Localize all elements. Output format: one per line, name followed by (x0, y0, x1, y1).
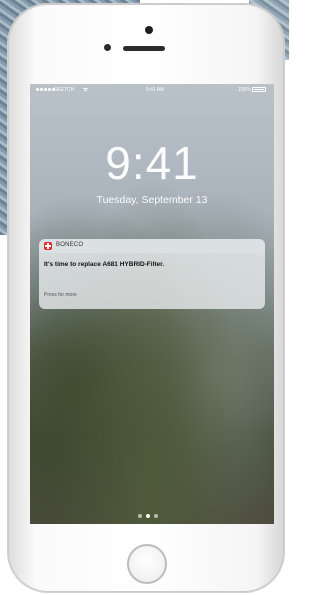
wifi-icon (82, 87, 89, 92)
notification-header: BONECO (39, 239, 265, 253)
notification-card[interactable]: BONECO It's time to replace A681 HYBRID-… (39, 239, 265, 309)
page-indicator (138, 514, 158, 518)
battery-icon (252, 87, 266, 92)
earpiece-speaker (123, 46, 165, 51)
notification-message: It's time to replace A681 HYBRID-Filter. (44, 261, 165, 268)
page-dot (138, 514, 142, 518)
notification-action-hint: Press for more (44, 292, 77, 298)
home-button[interactable] (127, 544, 167, 584)
signal-dots-icon (36, 88, 55, 91)
page-dot-active (146, 514, 150, 518)
status-bar: SKETCH 9:41 AM 100% (30, 84, 274, 98)
lock-screen-time: 9:41 (105, 137, 199, 189)
proximity-sensor (104, 44, 111, 51)
front-camera (145, 26, 153, 34)
lock-screen: SKETCH 9:41 AM 100% 9:41 Tuesday, Septem… (30, 84, 274, 524)
notification-app-name: BONECO (56, 242, 84, 248)
lock-screen-date: Tuesday, September 13 (96, 194, 208, 206)
page-dot (154, 514, 158, 518)
boneco-logo-icon (44, 242, 52, 250)
battery-percent: 100% (238, 87, 251, 93)
carrier-name: SKETCH (54, 87, 75, 93)
iphone-device: SKETCH 9:41 AM 100% 9:41 Tuesday, Septem… (8, 4, 284, 592)
status-time: 9:41 AM (146, 87, 165, 93)
